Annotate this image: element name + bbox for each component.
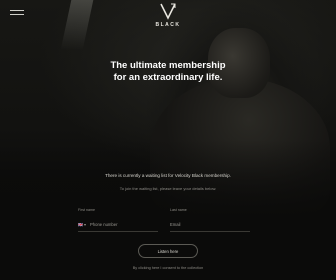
email-input[interactable]: [170, 222, 250, 227]
last-name-label: Last name: [170, 208, 187, 212]
phone-field-wrapper: 🇬🇧 ▾: [78, 218, 158, 232]
waitlist-subtext: To join the waiting list, please leave y…: [119, 186, 217, 191]
waitlist-text: There is currently a waiting list for Ve…: [105, 173, 231, 178]
logo-text: BLACK: [155, 22, 181, 28]
phone-input[interactable]: [90, 222, 158, 227]
email-field-wrapper: [170, 218, 250, 232]
phone-field-group: First name 🇬🇧 ▾: [78, 208, 158, 232]
brand-logo[interactable]: BLACK: [152, 0, 184, 34]
consent-note[interactable]: By clicking here I consent to the collec…: [40, 266, 296, 270]
email-field-group: Last name: [170, 208, 250, 232]
hero-headline: The ultimate membership for an extraordi…: [68, 60, 268, 84]
flag-icon: 🇬🇧: [78, 222, 83, 227]
ceiling-light: [60, 0, 94, 50]
hero-fade: [0, 140, 336, 280]
headline-line-2: for an extraordinary life.: [113, 72, 223, 83]
chevron-down-icon: ▾: [83, 222, 86, 227]
country-code-select[interactable]: 🇬🇧 ▾: [78, 222, 86, 227]
first-name-label: First name: [78, 208, 95, 212]
submit-button[interactable]: Listen here: [138, 244, 198, 258]
logo-mark-icon: [160, 3, 176, 20]
headline-line-1: The ultimate membership: [110, 60, 226, 71]
hero-background: [0, 0, 336, 280]
menu-icon[interactable]: [10, 10, 24, 20]
